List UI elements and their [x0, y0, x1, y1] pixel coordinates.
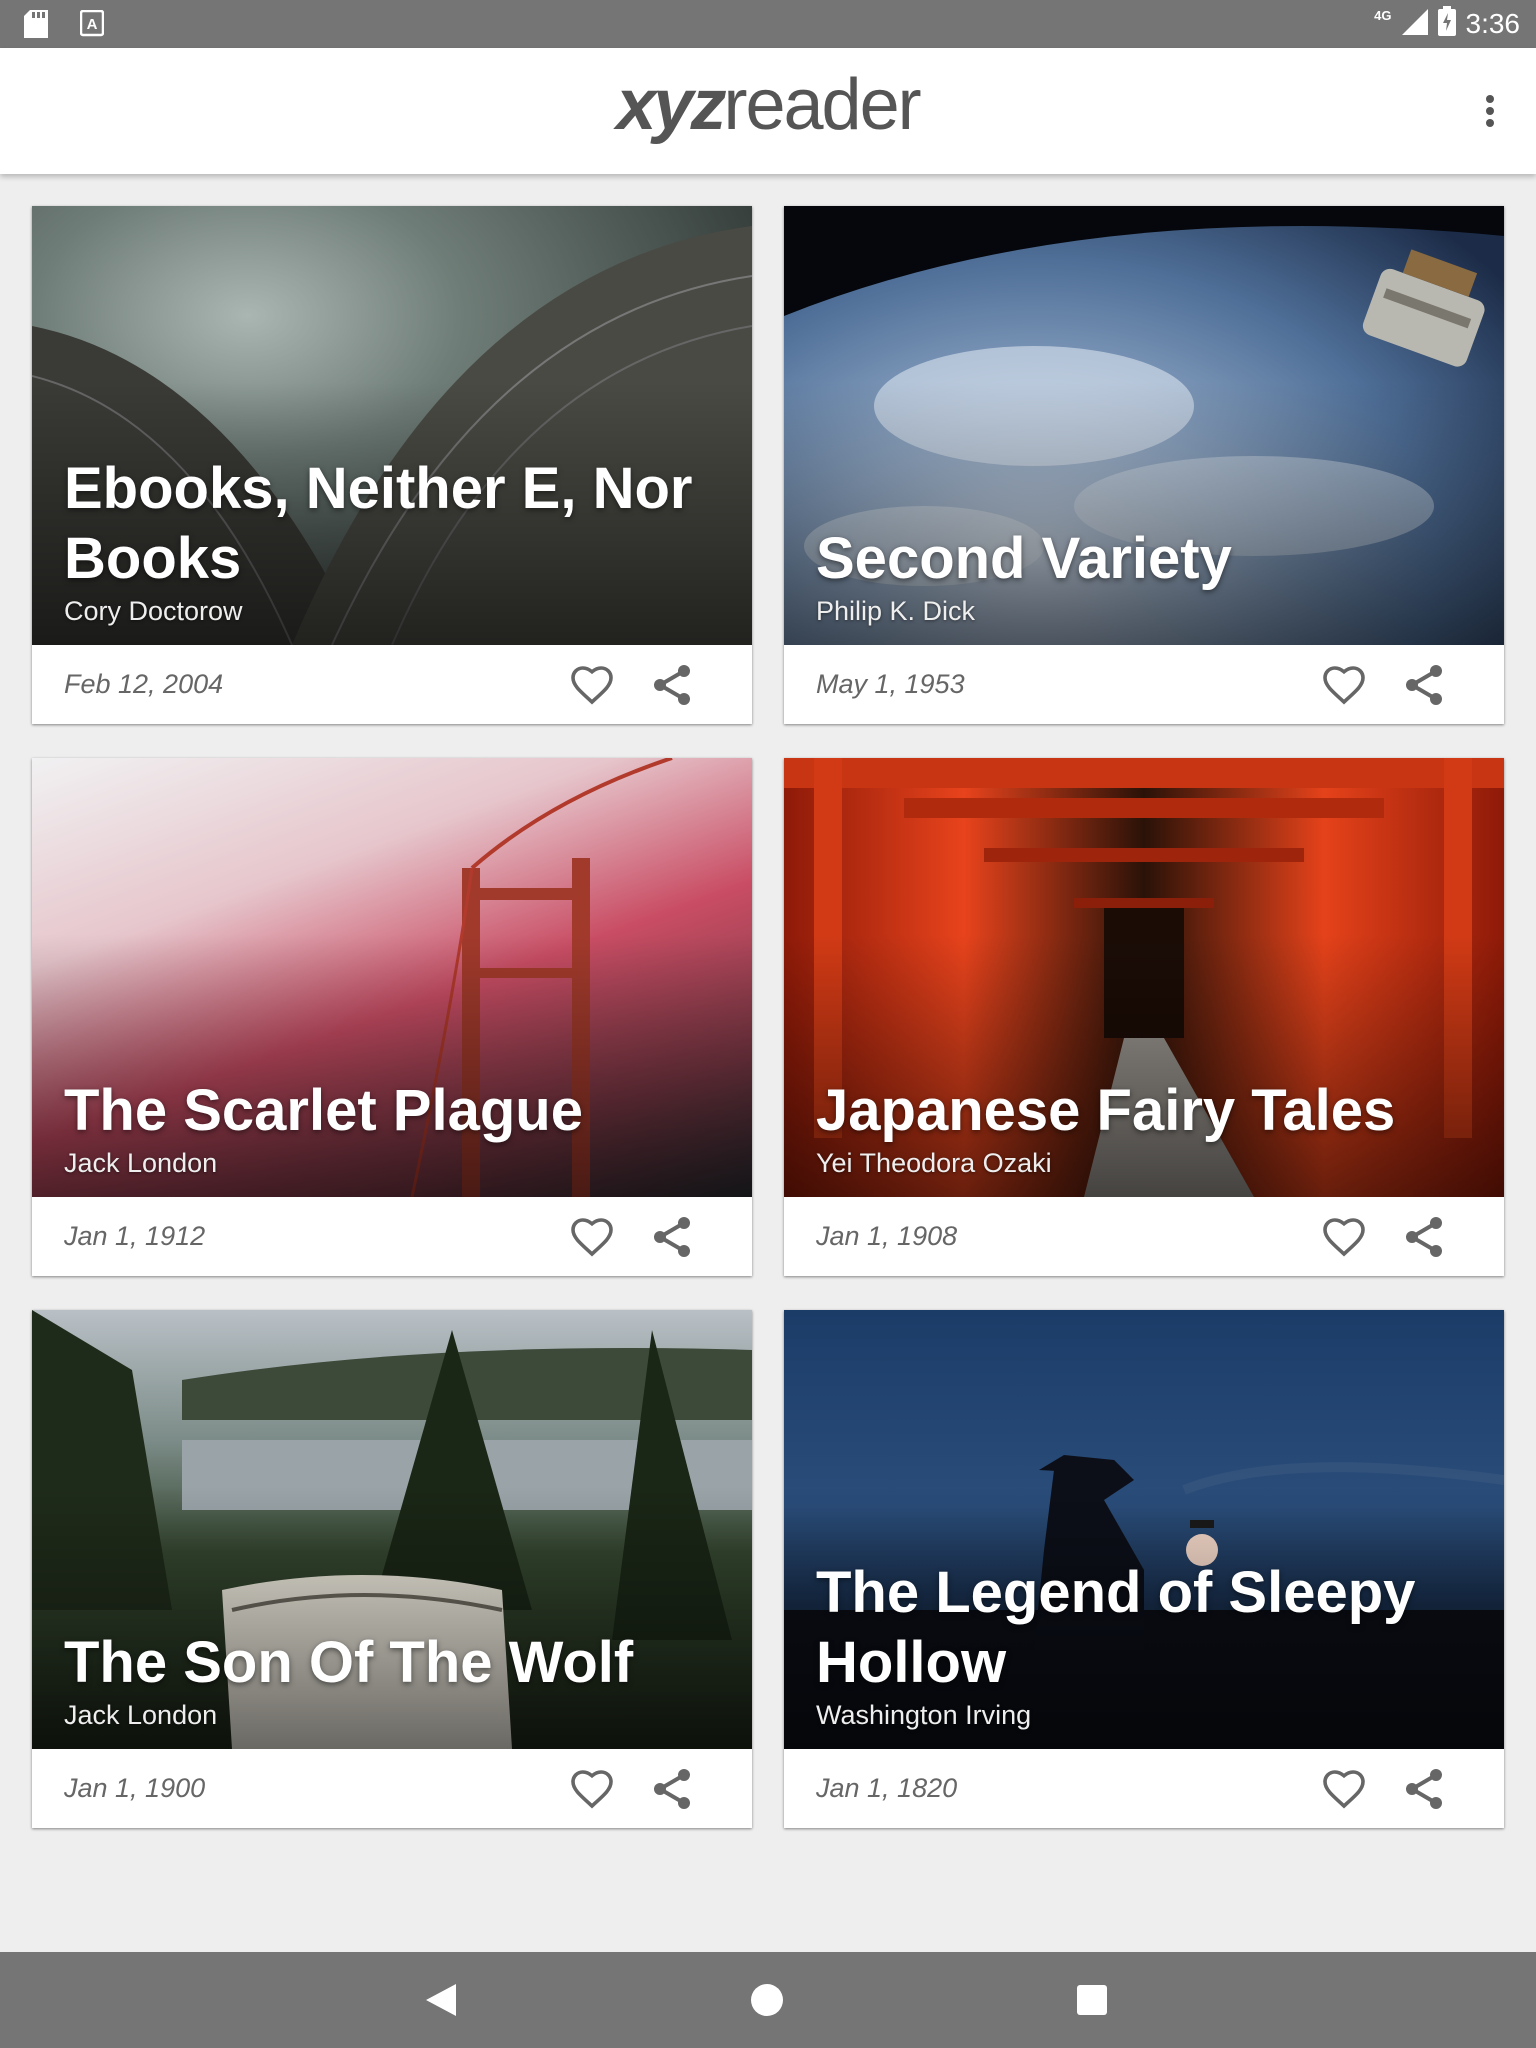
- heart-outline-icon[interactable]: [568, 661, 616, 709]
- share-icon[interactable]: [1400, 661, 1448, 709]
- logo-bold-text: xyz: [616, 65, 726, 145]
- article-title: Second Variety: [816, 526, 1232, 591]
- card-footer: Jan 1, 1820: [784, 1749, 1504, 1828]
- share-icon[interactable]: [648, 1213, 696, 1261]
- logo-light-text: reader: [723, 65, 921, 145]
- heart-outline-icon[interactable]: [1320, 661, 1368, 709]
- share-icon[interactable]: [1400, 1213, 1448, 1261]
- article-date: May 1, 1953: [816, 669, 965, 699]
- article-card[interactable]: The Son Of The Wolf Jack London Jan 1, 1…: [32, 1310, 752, 1828]
- article-thumbnail[interactable]: Ebooks, Neither E, Nor Books Cory Doctor…: [32, 206, 752, 645]
- article-title: The Legend of Sleepy Hollow: [816, 1560, 1416, 1695]
- app-logo: xyzreader: [0, 64, 1536, 146]
- home-circle-icon[interactable]: [751, 1984, 783, 2016]
- share-icon[interactable]: [1400, 1765, 1448, 1813]
- article-author: Cory Doctorow: [64, 596, 243, 626]
- article-date: Jan 1, 1912: [64, 1221, 206, 1251]
- article-card[interactable]: Second Variety Philip K. Dick May 1, 195…: [784, 206, 1504, 724]
- system-nav-bar: [0, 1952, 1536, 2048]
- article-grid: Ebooks, Neither E, Nor Books Cory Doctor…: [0, 0, 1536, 2048]
- article-title: Ebooks, Neither E, Nor Books: [64, 456, 693, 591]
- back-triangle-icon[interactable]: [424, 1982, 458, 2023]
- article-author: Philip K. Dick: [816, 596, 976, 626]
- share-icon[interactable]: [648, 661, 696, 709]
- card-footer: Jan 1, 1900: [32, 1749, 752, 1828]
- article-card[interactable]: Ebooks, Neither E, Nor Books Cory Doctor…: [32, 206, 752, 724]
- article-date: Feb 12, 2004: [64, 669, 224, 699]
- heart-outline-icon[interactable]: [568, 1213, 616, 1261]
- article-thumbnail[interactable]: Japanese Fairy Tales Yei Theodora Ozaki: [784, 758, 1504, 1197]
- card-footer: May 1, 1953: [784, 645, 1504, 724]
- card-footer: Jan 1, 1912: [32, 1197, 752, 1276]
- article-card[interactable]: The Legend of Sleepy Hollow Washington I…: [784, 1310, 1504, 1828]
- article-author: Yei Theodora Ozaki: [816, 1148, 1052, 1178]
- app-bar: xyzreader: [0, 48, 1536, 174]
- article-author: Jack London: [64, 1700, 218, 1730]
- card-footer: Feb 12, 2004: [32, 645, 752, 724]
- heart-outline-icon[interactable]: [1320, 1213, 1368, 1261]
- article-thumbnail[interactable]: The Son Of The Wolf Jack London: [32, 1310, 752, 1749]
- article-date: Jan 1, 1908: [816, 1221, 958, 1251]
- article-card[interactable]: The Scarlet Plague Jack London Jan 1, 19…: [32, 758, 752, 1276]
- heart-outline-icon[interactable]: [568, 1765, 616, 1813]
- article-date: Jan 1, 1820: [816, 1773, 958, 1803]
- recents-square-icon[interactable]: [1077, 1985, 1107, 2015]
- article-author: Jack London: [64, 1148, 218, 1178]
- more-vert-icon[interactable]: [1468, 89, 1512, 133]
- article-thumbnail[interactable]: Second Variety Philip K. Dick: [784, 206, 1504, 645]
- heart-outline-icon[interactable]: [1320, 1765, 1368, 1813]
- article-thumbnail[interactable]: The Scarlet Plague Jack London: [32, 758, 752, 1197]
- card-footer: Jan 1, 1908: [784, 1197, 1504, 1276]
- article-title: The Scarlet Plague: [64, 1078, 583, 1143]
- article-date: Jan 1, 1900: [64, 1773, 206, 1803]
- article-title: The Son Of The Wolf: [64, 1630, 634, 1695]
- article-thumbnail[interactable]: The Legend of Sleepy Hollow Washington I…: [784, 1310, 1504, 1749]
- share-icon[interactable]: [648, 1765, 696, 1813]
- article-author: Washington Irving: [816, 1700, 1032, 1730]
- article-title: Japanese Fairy Tales: [816, 1078, 1396, 1143]
- article-card[interactable]: Japanese Fairy Tales Yei Theodora Ozaki …: [784, 758, 1504, 1276]
